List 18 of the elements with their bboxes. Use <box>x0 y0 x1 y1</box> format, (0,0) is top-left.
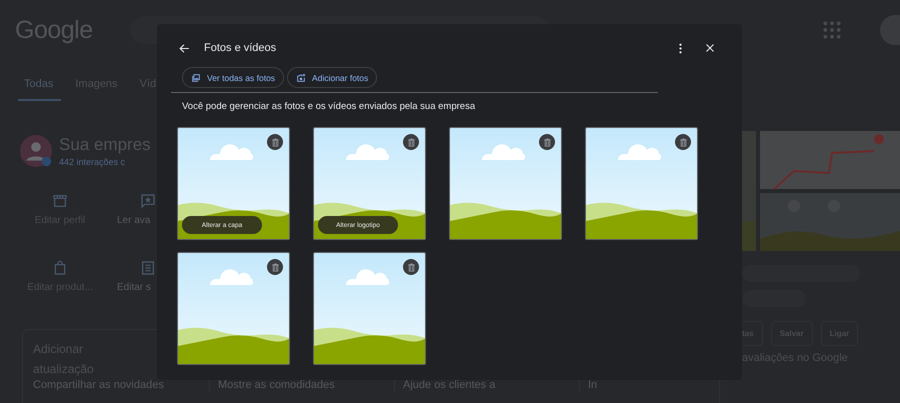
add-photo-icon <box>296 72 306 82</box>
back-arrow-icon[interactable] <box>178 42 191 54</box>
trash-icon <box>270 262 280 272</box>
close-icon[interactable] <box>704 42 716 54</box>
photo-stack-icon <box>191 72 201 82</box>
chip-button[interactable]: Ver todas as fotos <box>182 67 284 88</box>
search-tab[interactable]: Todas <box>18 74 62 101</box>
dialog-title: Fotos e vídeos <box>204 42 276 54</box>
description-text: Você pode gerenciar as fotos e os vídeos enviados pela sua empresa <box>182 101 476 112</box>
star-comment-icon[interactable] <box>140 193 156 209</box>
trash-icon <box>406 262 416 272</box>
chip-button[interactable]: Adicionar fotos <box>287 67 378 88</box>
trash-icon <box>542 136 552 148</box>
trash-icon <box>678 136 688 148</box>
business-avatar <box>20 135 52 167</box>
trash-icon <box>406 136 416 148</box>
trash-icon <box>270 136 280 148</box>
interactions-link[interactable]: 442 interações c <box>59 157 151 167</box>
